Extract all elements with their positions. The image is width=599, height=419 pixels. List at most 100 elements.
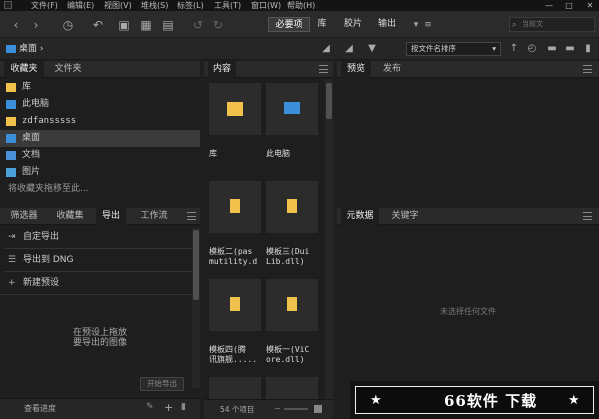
scroll-thumb[interactable] bbox=[193, 230, 199, 300]
workspace-filmstrip[interactable]: 胶片 bbox=[340, 17, 366, 32]
tab-filter[interactable]: 筛选器 bbox=[4, 208, 44, 225]
content-footer: 54 个项目 − bbox=[204, 399, 333, 419]
export-panel: 筛选器 收藏集 导出 工作流 ⇥ 自定导出 ☰ 导出到 DNG + 新建预设 在… bbox=[0, 208, 200, 419]
workspace-output[interactable]: 输出 bbox=[374, 17, 400, 32]
favorite-item-zdfans[interactable]: zdfansssss bbox=[0, 113, 200, 130]
content-panel: 内容 库 此电脑 模板二(pas mutility.d 模板三(Dui Lib.… bbox=[204, 61, 333, 419]
recent-icon[interactable]: ◷ bbox=[60, 17, 76, 33]
recent-files-icon[interactable]: ◴ bbox=[524, 41, 540, 57]
zoom-out-icon[interactable]: − bbox=[274, 404, 281, 413]
view-progress-link[interactable]: 查看进度 bbox=[24, 403, 56, 414]
star-icon: ★ bbox=[370, 393, 382, 408]
folder-icon bbox=[287, 297, 297, 311]
refine-icon[interactable]: ▦ bbox=[138, 17, 154, 33]
forward-icon[interactable]: › bbox=[28, 17, 44, 33]
new-preset[interactable]: + 新建预设 bbox=[0, 274, 196, 292]
panel-menu-icon[interactable] bbox=[187, 212, 196, 220]
new-folder-icon[interactable]: ▬ bbox=[544, 41, 560, 57]
folder-icon[interactable]: ▬ bbox=[562, 41, 578, 57]
breadcrumb[interactable]: 桌面 › bbox=[19, 41, 43, 57]
export-scrollbar[interactable] bbox=[192, 228, 200, 388]
sort-select[interactable]: 按文件名排序 ▾ bbox=[406, 42, 501, 56]
tab-favorites[interactable]: 收藏夹 bbox=[4, 61, 44, 78]
favorite-item-library[interactable]: 库 bbox=[0, 79, 200, 96]
plus-icon: + bbox=[8, 278, 16, 288]
export-to-dng[interactable]: ☰ 导出到 DNG bbox=[0, 251, 196, 269]
close-icon[interactable]: ✕ bbox=[584, 0, 596, 11]
tab-keywords[interactable]: 关键字 bbox=[385, 208, 425, 225]
delete-icon[interactable]: ▮ bbox=[580, 41, 596, 57]
star-filter-icon[interactable]: ◢ bbox=[341, 41, 357, 57]
favorite-item-desktop[interactable]: 桌面 bbox=[0, 130, 200, 147]
content-item-folder[interactable] bbox=[209, 181, 261, 233]
search-field[interactable]: ⌕ 当前文 bbox=[509, 17, 595, 32]
rotate-right-icon[interactable]: ↻ bbox=[210, 17, 226, 33]
tab-export[interactable]: 导出 bbox=[96, 208, 126, 225]
panel-menu-icon[interactable] bbox=[583, 65, 592, 73]
workspace-menu-icon[interactable]: ≡ bbox=[420, 17, 436, 33]
watermark-banner: ★ 66软件 下载 ★ bbox=[350, 381, 599, 419]
favorites-panel: 收藏夹 文件夹 库 此电脑 zdfansssss 桌面 文档 图片 将收藏夹拖移… bbox=[0, 61, 200, 204]
folder-icon bbox=[230, 199, 240, 213]
open-recent-icon[interactable]: ▤ bbox=[160, 17, 176, 33]
computer-icon bbox=[6, 100, 16, 109]
camera-icon[interactable]: ▣ bbox=[116, 17, 132, 33]
tab-publish[interactable]: 发布 bbox=[377, 61, 407, 78]
sort-ascending-icon[interactable]: ↑ bbox=[506, 41, 522, 57]
folder-icon bbox=[230, 297, 240, 311]
favorite-item-computer[interactable]: 此电脑 bbox=[0, 96, 200, 113]
content-item-folder[interactable] bbox=[266, 279, 318, 331]
quality-icon[interactable]: ◢ bbox=[318, 41, 334, 57]
tab-metadata[interactable]: 元数据 bbox=[341, 208, 379, 225]
boomerang-icon[interactable]: ↶ bbox=[90, 17, 106, 33]
scroll-thumb[interactable] bbox=[326, 83, 332, 119]
workspace-essentials[interactable]: 必要项 bbox=[268, 17, 310, 32]
menu-label[interactable]: 标签(L) bbox=[177, 0, 204, 11]
dng-icon: ☰ bbox=[8, 255, 17, 265]
add-icon[interactable]: + bbox=[164, 401, 173, 414]
filter-icon[interactable]: ▼ bbox=[364, 41, 380, 57]
panel-menu-icon[interactable] bbox=[583, 212, 592, 220]
minimize-icon[interactable]: — bbox=[543, 0, 555, 11]
content-item-folder[interactable] bbox=[266, 181, 318, 233]
star-icon: ★ bbox=[568, 393, 580, 408]
content-item-library[interactable] bbox=[209, 83, 261, 135]
content-item-folder[interactable] bbox=[209, 377, 261, 399]
menu-view[interactable]: 视图(V) bbox=[104, 0, 132, 11]
content-item-computer[interactable] bbox=[266, 83, 318, 135]
content-tabbar: 内容 bbox=[204, 61, 333, 78]
pictures-icon bbox=[6, 168, 16, 177]
preview-tabbar: 预览 发布 bbox=[337, 61, 599, 78]
tab-collections[interactable]: 收藏集 bbox=[50, 208, 90, 225]
tab-folders[interactable]: 文件夹 bbox=[48, 61, 88, 78]
edit-icon[interactable]: ✎ bbox=[146, 402, 154, 412]
tab-workflow[interactable]: 工作流 bbox=[134, 208, 174, 225]
favorites-tabbar: 收藏夹 文件夹 bbox=[0, 61, 200, 78]
content-scrollbar[interactable] bbox=[325, 79, 333, 399]
menu-edit[interactable]: 编辑(E) bbox=[67, 0, 94, 11]
trash-icon[interactable]: ▮ bbox=[181, 402, 186, 412]
favorite-item-pictures[interactable]: 图片 bbox=[0, 164, 200, 181]
menu-file[interactable]: 文件(F) bbox=[31, 0, 58, 11]
thumbnail-size-slider[interactable] bbox=[284, 408, 308, 410]
content-item-label: 模板二(pas mutility.d bbox=[209, 247, 258, 266]
menu-stack[interactable]: 堆栈(S) bbox=[141, 0, 168, 11]
maximize-icon[interactable]: □ bbox=[563, 0, 575, 11]
menu-help[interactable]: 帮助(H) bbox=[287, 0, 315, 11]
library-icon bbox=[227, 102, 243, 116]
menu-window[interactable]: 窗口(W) bbox=[251, 0, 281, 11]
start-export-button[interactable]: 开始导出 bbox=[140, 377, 184, 391]
content-item-folder[interactable] bbox=[209, 279, 261, 331]
tab-content[interactable]: 内容 bbox=[208, 61, 236, 78]
tab-preview[interactable]: 预览 bbox=[341, 61, 371, 78]
workspace-library[interactable]: 库 bbox=[312, 17, 332, 32]
content-item-folder[interactable] bbox=[266, 377, 318, 399]
back-icon[interactable]: ‹ bbox=[8, 17, 24, 33]
grid-view-icon[interactable] bbox=[314, 405, 322, 413]
rotate-left-icon[interactable]: ↺ bbox=[190, 17, 206, 33]
export-icon: ⇥ bbox=[8, 232, 16, 242]
panel-menu-icon[interactable] bbox=[319, 65, 328, 73]
export-custom[interactable]: ⇥ 自定导出 bbox=[0, 228, 196, 246]
menu-tools[interactable]: 工具(T) bbox=[214, 0, 241, 11]
favorite-item-documents[interactable]: 文档 bbox=[0, 147, 200, 164]
